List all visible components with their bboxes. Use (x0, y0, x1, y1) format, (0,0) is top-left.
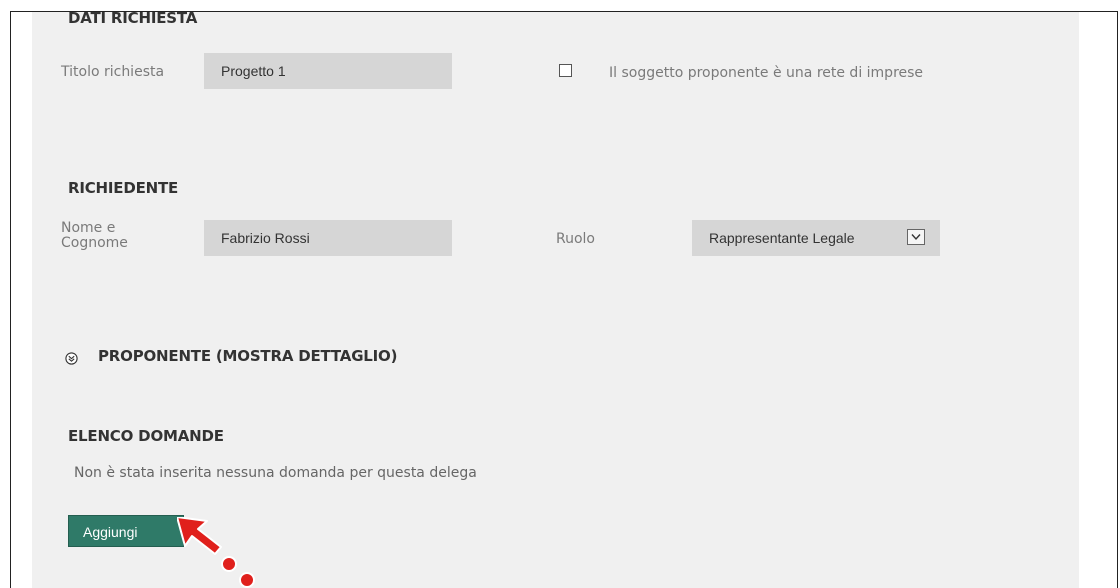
empty-domande-message: Non è stata inserita nessuna domanda per… (74, 465, 477, 481)
nome-cognome-label-line2: Cognome (61, 235, 128, 251)
section-title-elenco-domande: ELENCO DOMANDE (68, 427, 224, 445)
ruolo-label: Ruolo (556, 231, 595, 247)
nome-cognome-label-line1: Nome e (61, 220, 116, 236)
content-frame: DATI RICHIESTA Titolo richiesta Progetto… (10, 11, 1118, 588)
aggiungi-button[interactable]: Aggiungi (68, 515, 184, 547)
form-panel: DATI RICHIESTA Titolo richiesta Progetto… (32, 12, 1079, 588)
titolo-richiesta-input[interactable]: Progetto 1 (204, 53, 452, 89)
section-title-proponente[interactable]: PROPONENTE (MOSTRA DETTAGLIO) (98, 347, 397, 365)
chevron-down-icon[interactable] (907, 229, 925, 245)
rete-imprese-checkbox[interactable] (559, 64, 572, 77)
titolo-richiesta-label: Titolo richiesta (61, 64, 165, 80)
section-title-richiedente: RICHIEDENTE (68, 179, 179, 197)
red-arrow-icon (177, 517, 255, 588)
ruolo-select[interactable]: Rappresentante Legale (692, 220, 940, 256)
nome-cognome-input[interactable]: Fabrizio Rossi (204, 220, 452, 256)
ruolo-select-value: Rappresentante Legale (709, 230, 855, 246)
chevron-double-down-icon[interactable] (65, 350, 78, 365)
rete-imprese-label: Il soggetto proponente è una rete di imp… (609, 65, 924, 81)
section-title-dati-richiesta: DATI RICHIESTA (68, 11, 198, 27)
